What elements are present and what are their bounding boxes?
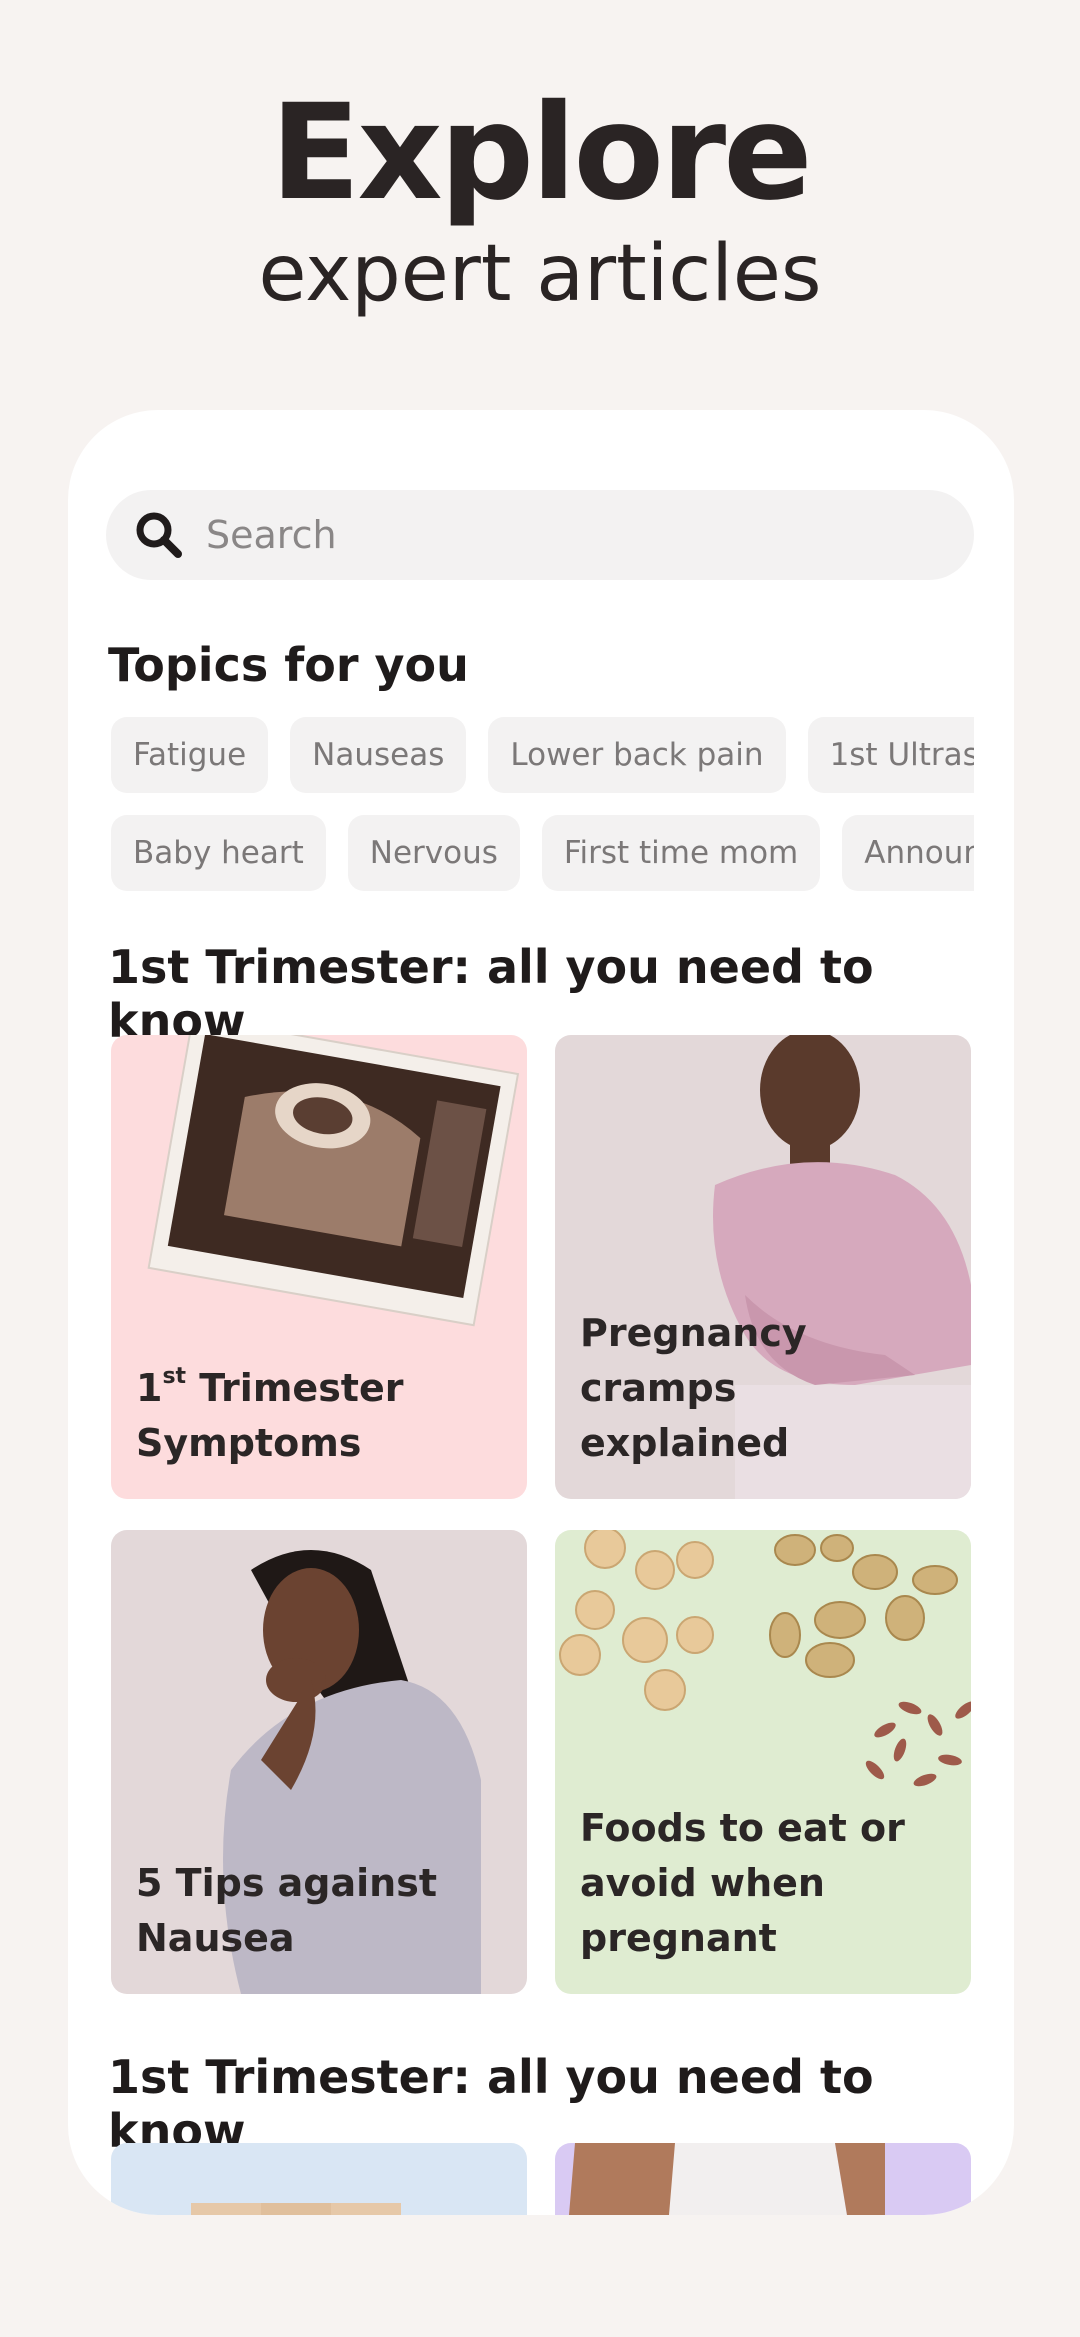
topic-chip[interactable]: Baby heart <box>111 815 326 891</box>
card-title: Pregnancy cramps explained <box>580 1310 807 1465</box>
topic-chip[interactable]: Nauseas <box>290 717 467 793</box>
article-card-foods[interactable]: Foods to eat or avoid when pregnant <box>555 1530 971 1994</box>
wooden-blocks-image <box>191 2203 401 2215</box>
article-card-trimester-symptoms[interactable]: 1st Trimester Symptoms <box>111 1035 527 1499</box>
article-card[interactable] <box>555 2143 971 2215</box>
search-icon <box>136 512 182 558</box>
search-bar[interactable] <box>106 490 974 580</box>
article-card-pregnancy-cramps[interactable]: Pregnancy cramps explained <box>555 1035 971 1499</box>
topic-chip[interactable]: Fatigue <box>111 717 269 793</box>
woman-photo-image <box>569 2143 885 2215</box>
phone-screen: Topics for you Fatigue Nauseas Lower bac… <box>68 410 1014 2215</box>
topic-chip[interactable]: Lower back pain <box>488 717 786 793</box>
article-card-nausea-tips[interactable]: 5 Tips against Nausea <box>111 1530 527 1994</box>
card-title: 1st Trimester Symptoms <box>136 1363 404 1465</box>
article-card[interactable] <box>111 2143 527 2215</box>
topic-chip[interactable]: 1st Ultrasound <box>807 717 974 793</box>
topics-row-2: Baby heart Nervous First time mom Announ… <box>111 815 974 895</box>
topic-chip[interactable]: First time mom <box>541 815 821 891</box>
search-input[interactable] <box>206 513 906 557</box>
topics-title: Topics for you <box>108 638 469 692</box>
topic-chip[interactable]: Announce <box>842 815 974 891</box>
card-title: 5 Tips against Nausea <box>136 1860 438 1960</box>
section-title: 1st Trimester: all you need to know <box>108 940 874 1048</box>
section-title: 1st Trimester: all you need to know <box>108 2050 874 2158</box>
card-title: Foods to eat or avoid when pregnant <box>580 1805 905 1960</box>
hero-subtitle: expert articles <box>258 229 822 319</box>
topics-row-1: Fatigue Nauseas Lower back pain 1st Ultr… <box>111 717 974 797</box>
hero-title: Explore <box>270 76 812 230</box>
topic-chip[interactable]: Nervous <box>347 815 520 891</box>
